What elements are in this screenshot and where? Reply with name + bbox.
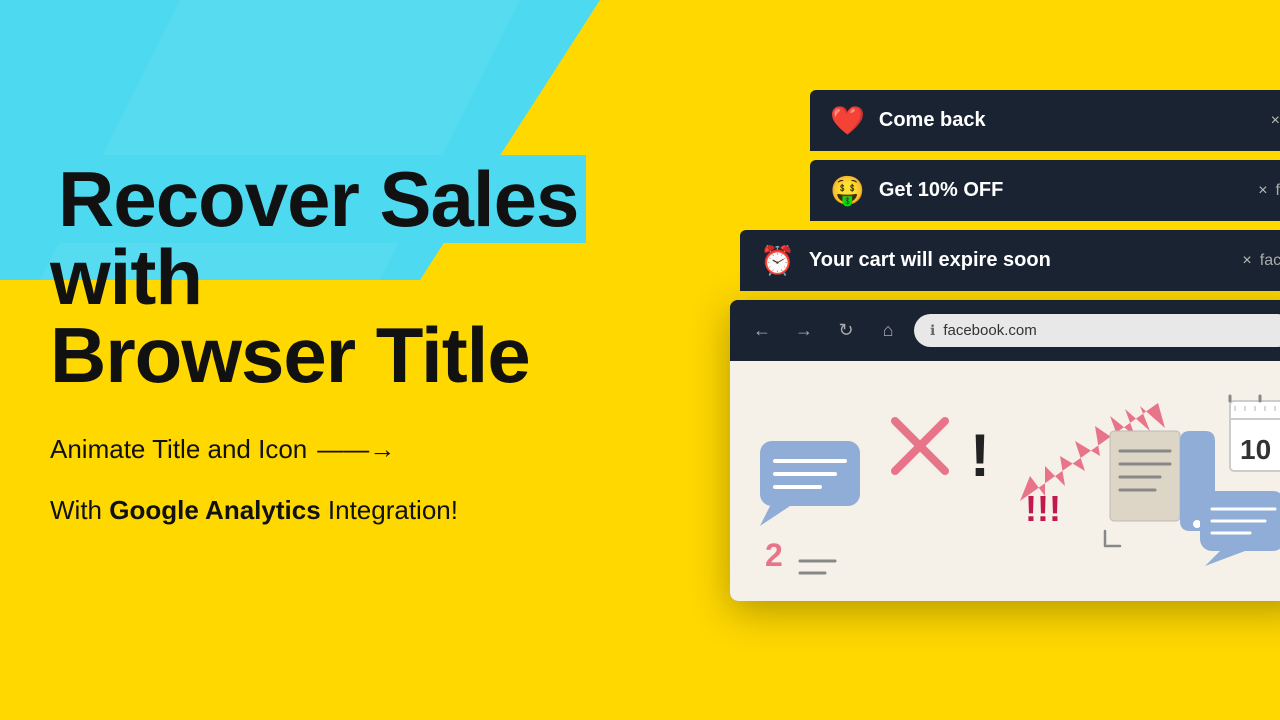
subtitle-text: Animate Title and Icon [50, 434, 307, 465]
svg-text:!!!: !!! [1025, 488, 1061, 529]
notif-2-close[interactable]: × [1258, 182, 1267, 200]
notif-3-close[interactable]: × [1242, 252, 1251, 270]
title-browser-title: Browser Title [50, 311, 530, 399]
browser-content-area: ! !!! [730, 361, 1280, 601]
notif-1-right: × [1271, 112, 1280, 130]
notif-come-back-text: Come back [879, 109, 1271, 132]
money-emoji-icon: 🤑 [830, 174, 865, 207]
svg-text:10: 10 [1240, 434, 1271, 465]
notification-cart-expire: ⏰ Your cart will expire soon × face [740, 230, 1280, 291]
heart-icon: ❤️ [830, 104, 865, 137]
back-button[interactable]: ← [746, 315, 778, 347]
notif-discount-text: Get 10% OFF [879, 179, 1258, 202]
notif-cart-text: Your cart will expire soon [809, 249, 1243, 272]
refresh-button[interactable]: ↻ [830, 315, 862, 347]
notification-discount: 🤑 Get 10% OFF × f [810, 160, 1280, 221]
notification-come-back: ❤️ Come back × [810, 90, 1280, 151]
forward-button[interactable]: → [788, 315, 820, 347]
notif-2-site-label: f [1276, 182, 1280, 200]
title-with: with [50, 233, 202, 321]
svg-text:2: 2 [765, 537, 783, 573]
alarm-emoji-icon: ⏰ [760, 244, 795, 277]
address-bar[interactable]: ℹ facebook.com [914, 314, 1280, 347]
analytics-suffix: Integration! [321, 495, 458, 525]
analytics-prefix: With [50, 495, 109, 525]
info-icon: ℹ [930, 322, 935, 339]
analytics-line: With Google Analytics Integration! [50, 495, 586, 526]
browser-illustration: ! !!! [750, 381, 1280, 581]
browser-window: ← → ↻ ⌂ ℹ facebook.com ! [730, 300, 1280, 601]
address-bar-text: facebook.com [943, 322, 1036, 339]
notif-3-right: × face [1242, 252, 1280, 270]
subtitle-animate: Animate Title and Icon ——→ [50, 434, 586, 465]
arrow-icon: ——→ [317, 434, 395, 465]
home-button[interactable]: ⌂ [872, 315, 904, 347]
title-highlight-recover: Recover Sales [50, 155, 586, 243]
notif-2-right: × f [1258, 182, 1280, 200]
notif-3-site-label: face [1260, 252, 1280, 270]
notif-1-close[interactable]: × [1271, 112, 1280, 130]
left-content-area: Recover Sales with Browser Title Animate… [50, 160, 586, 526]
main-headline: Recover Sales with Browser Title [50, 160, 586, 394]
browser-toolbar: ← → ↻ ⌂ ℹ facebook.com [730, 300, 1280, 361]
svg-text:!: ! [970, 422, 990, 489]
analytics-bold-text: Google Analytics [109, 495, 320, 525]
